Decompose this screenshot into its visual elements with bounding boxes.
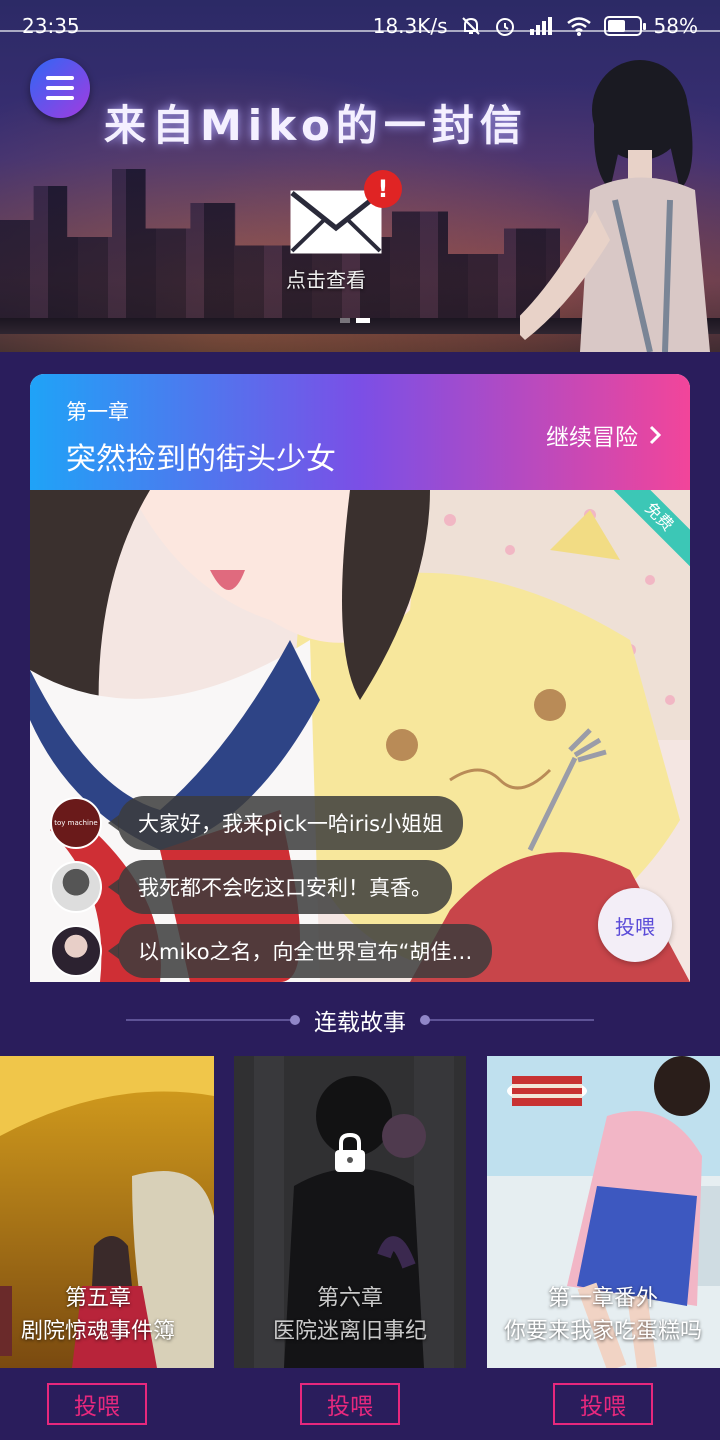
section-divider xyxy=(126,1015,300,1025)
city-skyline-illustration xyxy=(0,169,560,322)
chevron-right-icon xyxy=(649,425,662,445)
story-title: 剧院惊魂事件簿 xyxy=(20,1319,175,1344)
banner-title: 来自Miko的一封信 xyxy=(104,101,528,150)
view-mail-label[interactable]: 点击查看 xyxy=(286,264,366,293)
chapter-artwork[interactable]: 免费 toy machine 大家好，我来pick一哈iris小姐姐 我死都不会… xyxy=(30,490,690,982)
banner-pager xyxy=(340,318,370,323)
pager-dot xyxy=(340,318,350,323)
feed-button[interactable]: 投喂 xyxy=(47,1383,147,1425)
comment-bubble: 大家好，我来pick一哈iris小姐姐 xyxy=(107,796,464,850)
section-divider xyxy=(420,1015,594,1025)
avatar-logo-text: toy machine xyxy=(54,819,98,827)
hd-signal-icon xyxy=(528,15,554,37)
story-title: 你要来我家吃蛋糕吗 xyxy=(503,1319,702,1344)
feed-button[interactable]: 投喂 xyxy=(300,1383,400,1425)
wifi-icon xyxy=(566,15,592,37)
comment-item: toy machine 大家好，我来pick一哈iris小姐姐 xyxy=(50,796,464,850)
section-title: 连载故事 xyxy=(314,1010,406,1036)
menu-icon-bar xyxy=(46,96,74,100)
user-avatar: toy machine xyxy=(50,797,102,849)
feed-button[interactable]: 投喂 xyxy=(598,888,672,962)
menu-button[interactable] xyxy=(30,58,90,118)
battery-fill xyxy=(607,20,625,32)
story-chapter: 第五章 xyxy=(64,1286,131,1311)
comment-item: 我死都不会吃这口安利！真香。 xyxy=(50,860,452,914)
user-avatar xyxy=(50,861,102,913)
story-label: 第五章 剧院惊魂事件簿 xyxy=(0,1282,214,1348)
menu-icon-bar xyxy=(46,86,74,90)
network-speed: 18.3K/s xyxy=(372,14,448,38)
story-title: 医院迷离旧事纪 xyxy=(272,1319,427,1344)
comment-bubble: 我死都不会吃这口安利！真香。 xyxy=(108,860,452,914)
status-bar: 23:35 18.3K/s 58% xyxy=(0,0,720,52)
story-tile[interactable]: 第一章番外 你要来我家吃蛋糕吗 xyxy=(487,1056,720,1368)
continue-adventure-button[interactable]: 继续冒险 xyxy=(546,418,662,452)
story-tile-locked[interactable]: 第六章 医院迷离旧事纪 xyxy=(234,1056,466,1368)
comment-item: 以miko之名，向全世界宣布“胡佳… xyxy=(50,924,493,978)
story-chapter: 第六章 xyxy=(316,1286,383,1311)
comment-bubble: 以miko之名，向全世界宣布“胡佳… xyxy=(107,924,493,978)
section-header: 连载故事 xyxy=(0,1000,720,1040)
hero-banner[interactable]: 来自Miko的一封信 ! 点击查看 xyxy=(0,0,720,352)
girl-illustration xyxy=(520,60,710,352)
continue-label: 继续冒险 xyxy=(546,425,638,451)
feed-button[interactable]: 投喂 xyxy=(553,1383,653,1425)
chapter-card[interactable]: 第一章 突然捡到的街头少女 继续冒险 免费 toy machine 大家好，我来… xyxy=(30,374,690,982)
story-label: 第六章 医院迷离旧事纪 xyxy=(234,1282,466,1348)
story-tile[interactable]: 第五章 剧院惊魂事件簿 xyxy=(0,1056,214,1368)
chapter-card-header: 第一章 突然捡到的街头少女 继续冒险 xyxy=(30,374,690,490)
battery-percent: 58% xyxy=(653,14,698,38)
alert-badge: ! xyxy=(364,170,402,208)
user-avatar xyxy=(50,925,102,977)
battery-icon xyxy=(603,16,646,36)
menu-icon-bar xyxy=(46,76,74,80)
lock-icon xyxy=(335,1132,365,1172)
story-label: 第一章番外 你要来我家吃蛋糕吗 xyxy=(487,1282,719,1348)
story-chapter: 第一章番外 xyxy=(547,1286,658,1311)
alarm-icon xyxy=(494,15,516,37)
pager-dot-active xyxy=(356,318,370,323)
bell-muted-icon xyxy=(460,15,482,37)
status-time: 23:35 xyxy=(22,14,80,38)
